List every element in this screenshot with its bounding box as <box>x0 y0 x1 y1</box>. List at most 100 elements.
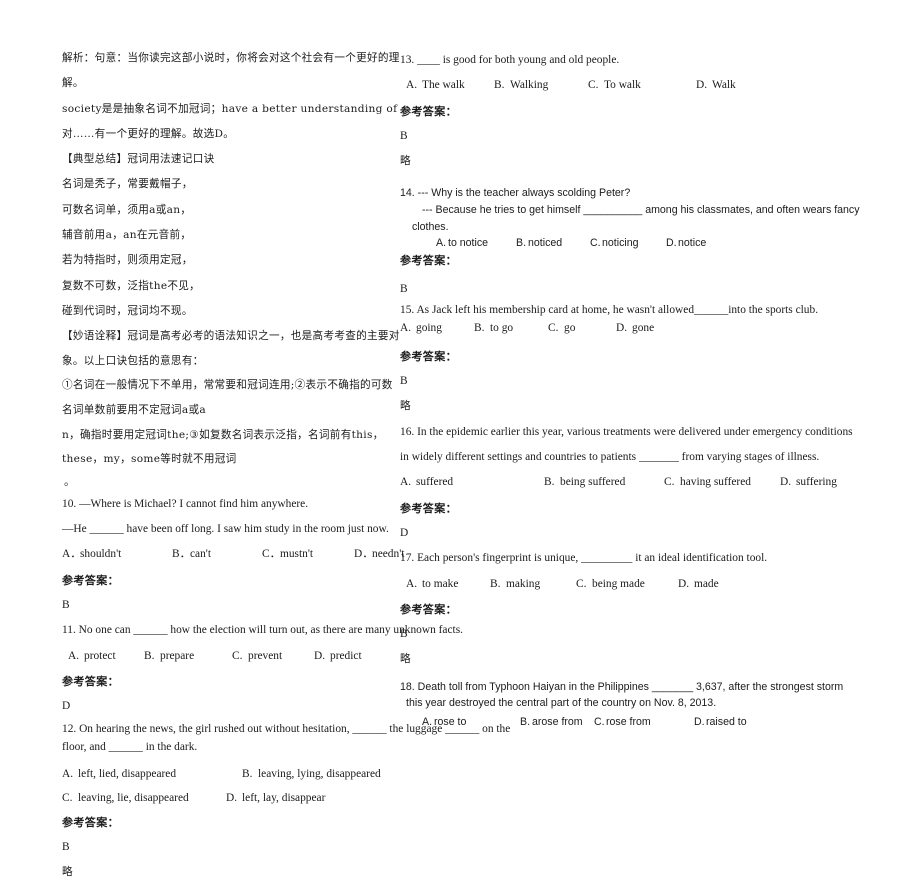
option-text[interactable]: being made <box>592 572 678 597</box>
option-label[interactable]: C. <box>590 235 602 252</box>
option-text[interactable]: Walk <box>712 73 736 98</box>
option-text[interactable]: To walk <box>604 73 696 98</box>
option-text[interactable]: to notice <box>448 235 516 252</box>
option-label[interactable]: C. <box>664 470 680 495</box>
option-text[interactable]: made <box>694 572 719 597</box>
document-page: 解析：句意：当你读完这部小说时，你将会对这个社会有一个更好的理解。 societ… <box>0 0 920 651</box>
question-18-stem-line-1: 18. Death toll from Typhoon Haiyan in th… <box>400 679 865 696</box>
option-label[interactable]: C. <box>588 73 604 98</box>
option-label[interactable]: D. <box>314 644 330 669</box>
mnemonic-line: 复数不可数，泛指the不见， <box>62 274 400 299</box>
option-label[interactable]: A． <box>62 542 80 567</box>
option-label[interactable]: B． <box>172 542 190 567</box>
explanation-line-1: 【妙语诠释】冠词是高考必考的语法知识之一，也是高考考查的主要对象。以上口诀包括的… <box>62 324 400 373</box>
question-11-stem-line-1: 11. No one can ______ how the election w… <box>62 618 400 643</box>
option-label[interactable]: A. <box>62 762 78 786</box>
option-label[interactable]: D． <box>354 542 372 567</box>
option-label[interactable]: A. <box>406 73 422 98</box>
option-label[interactable]: B. <box>516 235 528 252</box>
question-11-answer: D <box>62 694 400 719</box>
option-label[interactable]: D. <box>696 73 712 98</box>
question-14-answer: B <box>400 269 865 302</box>
option-text[interactable]: noticed <box>528 235 590 252</box>
option-label[interactable]: C. <box>62 786 78 810</box>
option-text[interactable]: raised to <box>706 714 747 731</box>
option-text[interactable]: protect <box>84 644 144 669</box>
question-14-options: A. to noticeB. noticedC. noticingD. noti… <box>400 235 865 252</box>
explanation-trailing-mark: 。 <box>62 472 400 492</box>
question-10: 10. —Where is Michael? I cannot find him… <box>62 492 400 618</box>
question-13-stem-line-1: 13. ____ is good for both young and old … <box>400 48 865 73</box>
question-13-options: A.The walkB.WalkingC.To walkD.Walk <box>400 73 865 98</box>
option-text[interactable]: prevent <box>248 644 314 669</box>
question-14-stem-line-2: --- Because he tries to get himself ____… <box>400 202 865 219</box>
option-label[interactable]: B. <box>490 572 506 597</box>
option-text[interactable]: left, lied, disappeared <box>78 762 242 786</box>
option-label[interactable]: C. <box>232 644 248 669</box>
option-label[interactable]: A. <box>406 572 422 597</box>
option-label[interactable]: B. <box>144 644 160 669</box>
option-text[interactable]: leaving, lie, disappeared <box>78 786 226 810</box>
option-label[interactable]: D. <box>780 470 796 495</box>
option-text[interactable]: being suffered <box>560 470 664 495</box>
question-12: 12. On hearing the news, the girl rushed… <box>62 720 400 885</box>
option-text[interactable]: going <box>416 319 474 338</box>
question-15-stem-line-1: 15. As Jack left his membership card at … <box>400 302 865 319</box>
option-text[interactable]: gone <box>632 319 654 338</box>
question-12-stem-line-1: 12. On hearing the news, the girl rushed… <box>62 720 400 738</box>
option-text[interactable]: notice <box>678 235 706 252</box>
option-label[interactable]: B. <box>544 470 560 495</box>
option-label[interactable]: D. <box>666 235 678 252</box>
question-17-stem-line-1: 17. Each person's fingerprint is unique,… <box>400 546 865 571</box>
option-label[interactable]: A. <box>422 714 434 731</box>
option-text[interactable]: suffered <box>416 470 544 495</box>
option-label[interactable]: C. <box>594 714 606 731</box>
question-16-answer: D <box>400 521 865 546</box>
option-text[interactable]: can't <box>190 542 262 567</box>
option-text[interactable]: rose to <box>434 714 520 731</box>
option-label[interactable]: B. <box>474 319 490 338</box>
option-label[interactable]: B. <box>242 762 258 786</box>
option-label[interactable]: D. <box>678 572 694 597</box>
option-text[interactable]: leaving, lying, disappeared <box>258 762 381 786</box>
option-text[interactable]: mustn't <box>280 542 354 567</box>
analysis-line-1: 解析：句意：当你读完这部小说时，你将会对这个社会有一个更好的理解。 <box>62 46 400 97</box>
option-label[interactable]: D. <box>616 319 632 338</box>
option-label[interactable]: C. <box>576 572 592 597</box>
option-label[interactable]: A. <box>400 319 416 338</box>
option-label[interactable]: B. <box>494 73 510 98</box>
option-text[interactable]: suffering <box>796 470 837 495</box>
question-11-options: A.protectB.prepareC.preventD.predict <box>62 644 400 669</box>
question-18: 18. Death toll from Typhoon Haiyan in th… <box>400 679 865 731</box>
option-text[interactable]: Walking <box>510 73 588 98</box>
option-text[interactable]: arose from <box>532 714 594 731</box>
option-label[interactable]: A. <box>436 235 448 252</box>
option-text[interactable]: shouldn't <box>80 542 172 567</box>
question-16-stem-line-2: in widely different settings and countri… <box>400 445 865 470</box>
option-label[interactable]: C. <box>548 319 564 338</box>
question-13: 13. ____ is good for both young and old … <box>400 48 865 174</box>
option-text[interactable]: predict <box>330 644 362 669</box>
option-label[interactable]: B. <box>520 714 532 731</box>
option-text[interactable]: having suffered <box>680 470 780 495</box>
option-text[interactable]: left, lay, disappear <box>242 786 325 810</box>
question-18-options: A. rose toB. arose fromC. rose fromD. ra… <box>400 712 865 731</box>
option-text[interactable]: making <box>506 572 576 597</box>
option-text[interactable]: The walk <box>422 73 494 98</box>
option-text[interactable]: prepare <box>160 644 232 669</box>
question-17: 17. Each person's fingerprint is unique,… <box>400 546 865 672</box>
option-label[interactable]: D. <box>694 714 706 731</box>
option-text[interactable]: to make <box>422 572 490 597</box>
mnemonic-line: 名词是秃子，常要戴帽子， <box>62 172 400 197</box>
question-13-answer-heading: 参考答案： <box>400 99 865 124</box>
option-text[interactable]: noticing <box>602 235 666 252</box>
option-label[interactable]: D. <box>226 786 242 810</box>
question-10-answer-heading: 参考答案： <box>62 568 400 593</box>
option-text[interactable]: to go <box>490 319 548 338</box>
option-text[interactable]: rose from <box>606 714 694 731</box>
option-label[interactable]: C． <box>262 542 280 567</box>
option-label[interactable]: A. <box>400 470 416 495</box>
option-text[interactable]: go <box>564 319 616 338</box>
option-label[interactable]: A. <box>68 644 84 669</box>
question-11: 11. No one can ______ how the election w… <box>62 618 400 719</box>
